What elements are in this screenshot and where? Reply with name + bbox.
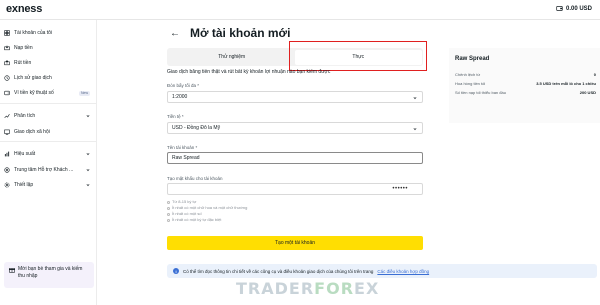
- sidebar-item-label: Tài khoản của tôi: [14, 30, 53, 36]
- password-value: ••••••: [392, 186, 408, 192]
- leverage-value: 1:2000: [172, 94, 188, 100]
- sidebar-item-label: Phân tích: [14, 113, 36, 119]
- currency-label: Tiền tệ *: [167, 114, 184, 119]
- password-input[interactable]: ••••••: [167, 183, 423, 195]
- highlight-box: [289, 41, 427, 71]
- chevron-down-icon: [86, 184, 90, 187]
- wallet-icon: [4, 90, 10, 96]
- nickname-label: Tên tài khoản *: [167, 145, 198, 150]
- sidebar: Tài khoản của tôi Nạp tiền Rút tiền Lịch…: [0, 20, 97, 305]
- chevron-down-icon: [413, 128, 417, 131]
- sidebar-item-label: Ví tiền kỹ thuật số: [14, 90, 54, 96]
- sidebar-item-social-trading[interactable]: Giao dịch xã hội: [4, 126, 94, 138]
- nickname-input[interactable]: Raw Spread: [167, 152, 423, 164]
- support-icon: [4, 167, 10, 173]
- password-rule: Ít nhất có một ký tự đặc biệt: [167, 217, 247, 223]
- performance-icon: [4, 151, 10, 157]
- tab-description: Giao dịch bằng tiền thật và rút bất kỳ k…: [167, 69, 331, 75]
- leverage-select[interactable]: 1:2000: [167, 91, 423, 103]
- sidebar-item-label: Lịch sử giao dịch: [14, 75, 52, 81]
- currency-select[interactable]: USD - Đồng Đô la Mỹ: [167, 122, 423, 134]
- leverage-label: Đòn bẩy tối đa *: [167, 83, 200, 88]
- balance-display[interactable]: 0.00 USD: [556, 5, 592, 12]
- chevron-down-icon: [413, 97, 417, 100]
- sidebar-item-withdraw[interactable]: Rút tiền: [4, 57, 94, 69]
- sidebar-item-help-center[interactable]: Trung tâm Hỗ trợ Khách ...: [4, 164, 94, 176]
- sidebar-item-label: Rút tiền: [14, 60, 32, 66]
- sidebar-item-my-accounts[interactable]: Tài khoản của tôi: [4, 27, 94, 39]
- sidebar-divider: [0, 103, 97, 104]
- password-label: Tạo mật khẩu cho tài khoản: [167, 176, 223, 181]
- summary-row: Chênh lệch từ 0: [455, 72, 596, 77]
- balance-value: 0.00 USD: [565, 5, 592, 12]
- sidebar-item-analytics[interactable]: Phân tích: [4, 110, 94, 122]
- sidebar-item-settings[interactable]: Thiết lập: [4, 179, 94, 191]
- sidebar-item-label: Trung tâm Hỗ trợ Khách ...: [14, 167, 74, 173]
- chevron-down-icon: [86, 169, 90, 172]
- exness-logo[interactable]: exness: [6, 3, 42, 15]
- sidebar-item-label: Giao dịch xã hội: [14, 129, 50, 135]
- nickname-value: Raw Spread: [172, 155, 200, 161]
- history-icon: [4, 75, 10, 81]
- back-arrow-icon[interactable]: ←: [170, 28, 180, 39]
- info-text: Có thể tìm đọc thông tin chi tiết về các…: [183, 268, 374, 274]
- currency-value: USD - Đồng Đô la Mỹ: [172, 125, 221, 131]
- sidebar-item-history[interactable]: Lịch sử giao dịch: [4, 72, 94, 84]
- tab-demo[interactable]: Thử nghiệm: [169, 50, 296, 65]
- referral-promo-text: Mời bạn bè tham gia và kiếm thu nhập: [18, 266, 83, 279]
- create-account-button[interactable]: Tạo một tài khoản: [167, 236, 423, 250]
- new-badge: New: [78, 90, 90, 96]
- deposit-icon: [4, 45, 10, 51]
- referral-promo[interactable]: Mời bạn bè tham gia và kiếm thu nhập: [4, 262, 94, 288]
- contract-terms-link[interactable]: Các điều khoản hợp đồng: [377, 269, 429, 274]
- chevron-down-icon: [86, 115, 90, 118]
- page-title: Mở tài khoản mới: [190, 26, 291, 40]
- top-bar: exness 0.00 USD: [0, 0, 600, 20]
- wallet-icon: [556, 6, 563, 11]
- info-icon: i: [173, 268, 179, 274]
- account-summary-panel: Raw Spread Chênh lệch từ 0 Hoa hồng tiền…: [449, 48, 600, 123]
- sidebar-item-label: Thiết lập: [14, 182, 34, 188]
- chevron-down-icon: [86, 153, 90, 156]
- sidebar-item-label: Hiệu suất: [14, 151, 36, 157]
- info-banner: i Có thể tìm đọc thông tin chi tiết về c…: [167, 264, 597, 278]
- settings-icon: [4, 182, 10, 188]
- traderforex-watermark: TRADERFOREX: [236, 279, 380, 298]
- sidebar-item-crypto-wallet[interactable]: Ví tiền kỹ thuật số New: [4, 87, 94, 99]
- social-icon: [4, 129, 10, 135]
- sidebar-item-deposit[interactable]: Nạp tiền: [4, 42, 94, 54]
- grid-icon: [4, 30, 10, 36]
- sidebar-divider: [0, 141, 97, 142]
- summary-row: Hoa hồng tiền tối 3.5 USD trên mỗi lô ch…: [455, 81, 596, 86]
- sidebar-item-label: Nạp tiền: [14, 45, 33, 51]
- gift-icon: [9, 268, 15, 273]
- analytics-icon: [4, 113, 10, 119]
- summary-title: Raw Spread: [455, 56, 490, 62]
- summary-row: Số tiền nạp tối thiểu ban đầu 200 USD: [455, 90, 596, 95]
- withdraw-icon: [4, 60, 10, 66]
- password-rules: Từ 8-15 ký tự Ít nhất có một chữ hoa và …: [167, 199, 247, 223]
- sidebar-item-performance[interactable]: Hiệu suất: [4, 148, 94, 160]
